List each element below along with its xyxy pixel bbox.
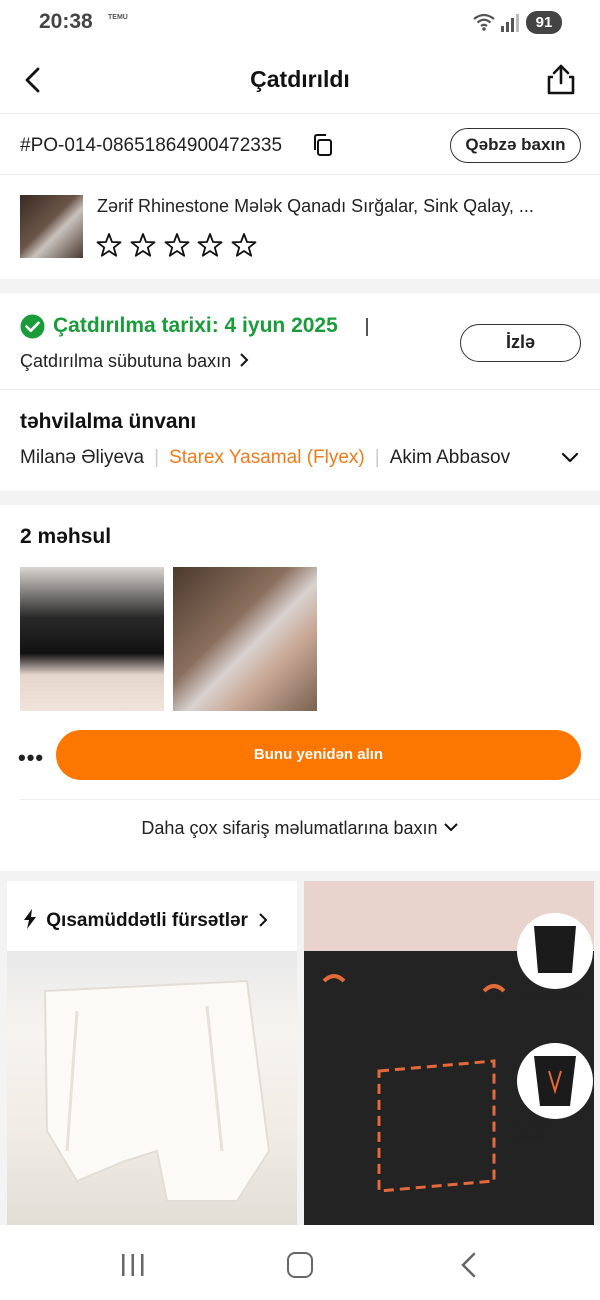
ice-silk-label: ICE SILK FABRICS — [510, 1121, 553, 1143]
product-thumbnail[interactable] — [20, 195, 83, 258]
order-number: #PO-014-08651864900472335 — [20, 135, 283, 156]
hight-waist-label: HIGHT WAIST — [520, 993, 585, 1004]
track-button[interactable]: İzlə — [460, 324, 581, 362]
lightning-icon — [24, 909, 36, 929]
copy-icon[interactable] — [312, 134, 334, 156]
page-title: Çatdırıldı — [250, 66, 350, 92]
status-bar: 20:38 TEMU 91 — [0, 0, 600, 44]
wifi-icon — [473, 13, 495, 31]
item-image-shorts[interactable] — [20, 567, 164, 711]
more-options-icon[interactable]: ••• — [18, 745, 44, 771]
deal-product-image[interactable] — [7, 951, 297, 1225]
order-id-row: #PO-014-08651864900472335 Qəbzə baxın — [0, 115, 600, 175]
address-title: təhvilalma ünvanı — [20, 410, 197, 433]
star-icon[interactable] — [96, 232, 122, 258]
divider — [20, 799, 600, 800]
product-summary[interactable]: Zərif Rhinestone Mələk Qanadı Sırğalar, … — [0, 176, 600, 278]
view-receipt-button[interactable]: Qəbzə baxın — [450, 128, 581, 163]
more-order-info-label[interactable]: Daha çox sifariş məlumatlarına baxın — [141, 818, 437, 838]
chevron-right-icon — [240, 353, 249, 367]
deals-title: Qısamüddətli fürsətlər — [46, 910, 248, 931]
recent-apps-icon[interactable] — [120, 1253, 146, 1277]
star-icon[interactable] — [164, 232, 190, 258]
text-cursor — [366, 318, 368, 336]
delivery-status: Çatdırılma tarixi: 4 iyun 2025 Çatdırılm… — [0, 294, 600, 390]
buy-again-button[interactable]: Bunu yenidən alın — [56, 730, 581, 780]
battery-indicator: 91 — [526, 11, 562, 34]
product-name[interactable]: Zərif Rhinestone Mələk Qanadı Sırğalar, … — [97, 196, 587, 217]
star-icon[interactable] — [130, 232, 156, 258]
item-image-earring[interactable] — [173, 567, 317, 711]
shapewear-illustration — [304, 881, 594, 1225]
more-order-info-link[interactable]: Daha çox sifariş məlumatlarına baxın — [0, 818, 600, 839]
home-icon[interactable] — [287, 1252, 313, 1278]
chevron-down-icon — [443, 823, 458, 832]
top-app-bar: Çatdırıldı — [0, 44, 600, 114]
check-circle-icon — [20, 314, 45, 339]
system-navigation-bar — [0, 1226, 600, 1300]
delivery-address: təhvilalma ünvanı Milanə Əliyeva | Starex … — [0, 391, 600, 490]
system-back-icon[interactable] — [458, 1252, 478, 1278]
star-icon[interactable] — [231, 232, 257, 258]
star-icon[interactable] — [197, 232, 223, 258]
shapewear-product-card[interactable]: HIGHT WAIST ICE SILK FABRICS — [304, 881, 594, 1225]
delivery-proof-link[interactable]: Çatdırılma sübutuna baxın — [20, 351, 250, 372]
lightning-deals-card[interactable]: Qısamüddətli fürsətlər — [7, 881, 297, 1225]
chevron-right-icon — [259, 913, 268, 927]
pickup-point: Starex Yasamal (Flyex) — [169, 447, 365, 468]
deals-title-row[interactable]: Qısamüddətli fürsətlər — [23, 909, 269, 932]
status-time: 20:38 — [39, 10, 93, 33]
separator: | — [154, 447, 160, 468]
recommendations: Qısamüddətli fürsətlər HIGHT WAIST ICE S… — [0, 871, 600, 1225]
separator: | — [374, 447, 380, 468]
address-extra: Akim Abbasov — [389, 447, 511, 468]
address-line[interactable]: Milanə Əliyeva | Starex Yasamal (Flyex) | Ak… — [20, 447, 548, 473]
chevron-down-icon[interactable] — [560, 448, 580, 468]
order-items: 2 məhsul ••• Bunu yenidən alın Daha çox … — [0, 505, 600, 857]
delivery-date: Çatdırılma tarixi: 4 iyun 2025 — [53, 314, 338, 337]
delivery-proof-label[interactable]: Çatdırılma sübutuna baxın — [20, 351, 231, 371]
section-divider — [0, 279, 600, 293]
white-shorts-illustration — [43, 979, 271, 1202]
section-divider — [0, 491, 600, 505]
temu-notification-icon: TEMU — [108, 14, 128, 21]
items-count: 2 məhsul — [20, 525, 112, 548]
recipient-name: Milanə Əliyeva — [20, 447, 145, 468]
share-icon[interactable] — [544, 62, 578, 96]
signal-icon — [501, 14, 519, 32]
